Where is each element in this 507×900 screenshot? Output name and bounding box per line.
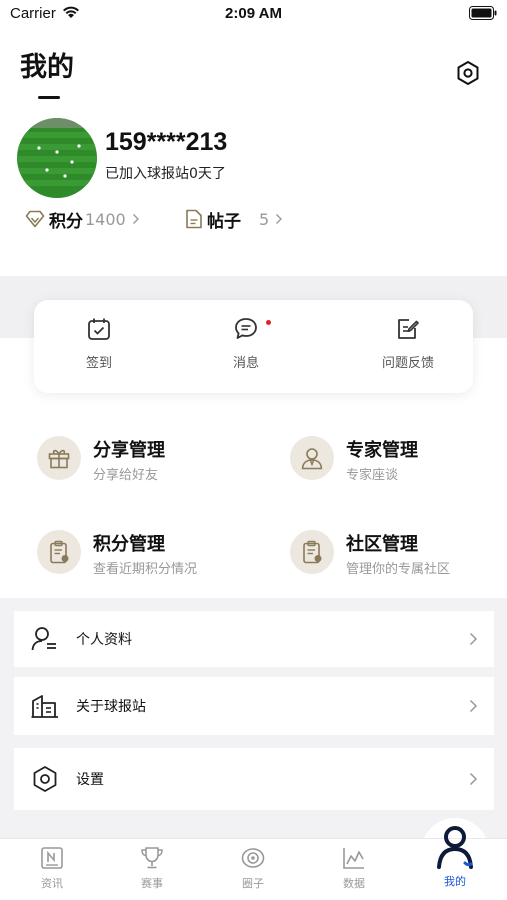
chevron-right-icon <box>276 214 283 224</box>
unread-dot <box>266 320 271 325</box>
circle-icon <box>241 848 265 868</box>
points-value: 1400 <box>85 209 126 229</box>
expert-subtitle: 专家座谈 <box>346 468 399 483</box>
news-icon <box>41 847 63 869</box>
chart-icon <box>343 848 364 869</box>
settings-hex-icon <box>33 766 57 792</box>
menu-item-profile[interactable]: 个人资料 <box>14 611 494 667</box>
posts-label: 帖子 <box>207 211 241 232</box>
gift-icon <box>48 449 70 469</box>
share-title: 分享管理 <box>93 440 165 461</box>
menu-label-settings: 设置 <box>76 772 104 788</box>
document-icon <box>186 209 202 229</box>
messages-button[interactable]: 消息 <box>196 316 296 371</box>
checkin-button[interactable]: 签到 <box>49 316 149 371</box>
username: 159****213 <box>105 128 228 156</box>
checkin-label: 签到 <box>85 356 112 371</box>
menu-item-about[interactable]: 关于球报站 <box>14 677 494 735</box>
feedback-button[interactable]: 问题反馈 <box>358 316 458 371</box>
tab-bar: 资讯 赛事 圈子 数据 我的 <box>0 826 507 900</box>
tab-label-circle: 圈子 <box>242 877 264 890</box>
messages-label: 消息 <box>232 356 259 371</box>
points-mgmt-subtitle: 查看近期积分情况 <box>93 562 198 577</box>
tab-label-news: 资讯 <box>41 877 63 890</box>
posts-stat[interactable]: 帖子 5 <box>185 206 283 232</box>
tab-mine[interactable]: 我的 <box>425 826 485 889</box>
expert-management[interactable]: 专家管理 专家座谈 <box>290 436 507 496</box>
share-management[interactable]: 分享管理 分享给好友 <box>37 436 267 496</box>
menu-item-settings[interactable]: 设置 <box>14 748 494 810</box>
tab-events[interactable]: 赛事 <box>122 845 182 891</box>
community-title: 社区管理 <box>346 534 418 555</box>
tab-circle[interactable]: 圈子 <box>223 845 283 891</box>
trophy-icon <box>141 847 163 869</box>
calendar-check-icon <box>88 318 110 340</box>
chevron-right-icon <box>469 632 478 646</box>
expert-icon <box>301 448 323 470</box>
chevron-right-icon <box>469 772 478 786</box>
community-management[interactable]: 社区管理 管理你的专属社区 <box>290 530 507 590</box>
expert-title: 专家管理 <box>346 440 418 461</box>
community-subtitle: 管理你的专属社区 <box>346 562 451 577</box>
points-stat[interactable]: 积分 1400 <box>25 206 140 232</box>
points-label: 积分 <box>49 211 83 232</box>
menu-label-profile: 个人资料 <box>76 632 132 648</box>
clipboard-icon <box>50 540 69 564</box>
user-profile-icon <box>31 627 56 651</box>
menu-label-about: 关于球报站 <box>76 699 146 715</box>
title-underline <box>38 96 60 99</box>
building-icon <box>31 695 58 718</box>
battery-icon <box>469 6 497 20</box>
chevron-right-icon <box>132 214 139 224</box>
person-icon <box>437 826 473 869</box>
share-subtitle: 分享给好友 <box>93 468 159 483</box>
posts-value: 5 <box>259 209 270 229</box>
joined-text: 已加入球报站0天了 <box>105 166 226 182</box>
diamond-icon <box>25 210 45 228</box>
tab-data[interactable]: 数据 <box>324 845 384 891</box>
tab-label-mine: 我的 <box>444 875 466 888</box>
chevron-right-icon <box>469 699 478 713</box>
quick-actions-card: 签到 消息 问题反馈 <box>34 300 473 393</box>
tab-news[interactable]: 资讯 <box>22 845 82 891</box>
points-management[interactable]: 积分管理 查看近期积分情况 <box>37 530 267 590</box>
page-title: 我的 <box>20 52 74 83</box>
status-bar: Carrier 2:09 AM <box>0 0 507 28</box>
avatar[interactable] <box>17 118 97 198</box>
clock: 2:09 AM <box>225 5 282 22</box>
points-mgmt-title: 积分管理 <box>93 534 165 555</box>
settings-hex-icon[interactable] <box>455 60 481 86</box>
edit-note-icon <box>398 319 419 339</box>
feedback-label: 问题反馈 <box>381 356 434 371</box>
chat-bubble-icon <box>235 318 257 339</box>
tab-label-events: 赛事 <box>141 877 163 890</box>
clipboard-icon <box>303 540 322 564</box>
tab-label-data: 数据 <box>343 877 365 890</box>
